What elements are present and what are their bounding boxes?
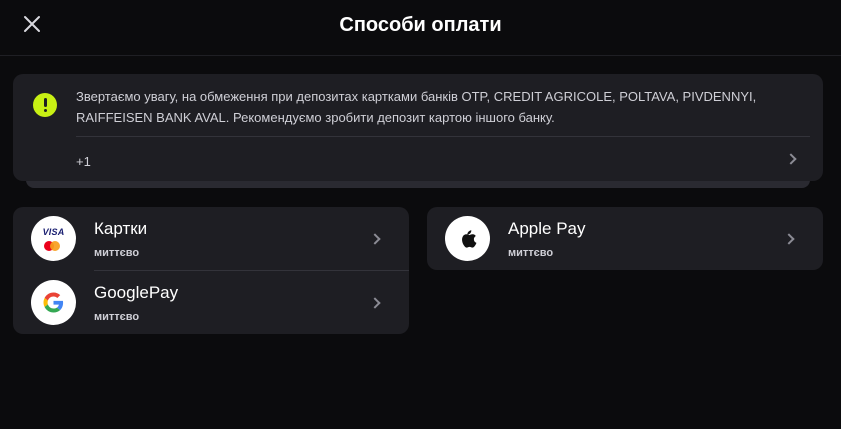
page-title: Способи оплати xyxy=(339,14,502,36)
chevron-right-icon xyxy=(369,233,381,245)
payment-method-name: Apple Pay xyxy=(508,219,586,238)
chevron-right-icon xyxy=(369,297,381,309)
payment-method-name: Картки xyxy=(94,219,148,238)
payment-method-speed: миттєво xyxy=(508,247,554,259)
payment-method-speed: миттєво xyxy=(94,311,140,323)
header: Способи оплати xyxy=(0,0,841,56)
mastercard-yellow-circle xyxy=(50,241,60,251)
chevron-right-icon xyxy=(783,233,795,245)
google-icon xyxy=(31,280,76,325)
payment-method-cards[interactable]: VISA Картки миттєво xyxy=(13,207,409,271)
payment-method-name: GooglePay xyxy=(94,283,179,302)
visa-mastercard-icon: VISA xyxy=(31,216,76,261)
notice-card[interactable]: Звертаємо увагу, на обмеження при депози… xyxy=(13,74,823,181)
payment-method-applepay[interactable]: Apple Pay миттєво xyxy=(427,207,823,271)
apple-icon xyxy=(445,216,490,261)
warning-icon xyxy=(33,93,57,117)
payment-card-right: Apple Pay миттєво xyxy=(427,207,823,270)
chevron-right-icon[interactable] xyxy=(785,153,797,165)
notice-block: Звертаємо увагу, на обмеження при депози… xyxy=(13,74,823,188)
payment-card-left: VISA Картки миттєво GooglePay миттєво xyxy=(13,207,409,334)
notice-divider xyxy=(76,136,810,137)
payment-method-speed: миттєво xyxy=(94,247,140,259)
visa-logo: VISA xyxy=(42,227,65,237)
notice-text: Звертаємо увагу, на обмеження при депози… xyxy=(76,89,757,125)
payment-method-googlepay[interactable]: GooglePay миттєво xyxy=(13,271,409,335)
notice-more-count: +1 xyxy=(76,154,91,169)
